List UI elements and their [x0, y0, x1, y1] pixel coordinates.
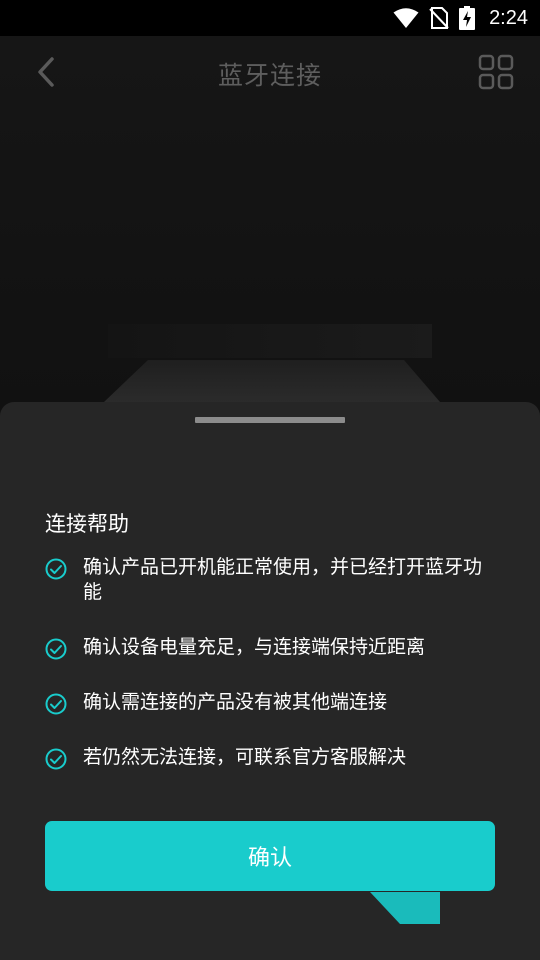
battery-charging-icon — [459, 6, 476, 30]
no-sim-icon — [429, 7, 449, 29]
help-bottom-sheet: 连接帮助 确认产品已开机能正常使用，并已经打开蓝牙功能 确认设备电量充足，与连接… — [0, 402, 540, 960]
tip-text: 确认产品已开机能正常使用，并已经打开蓝牙功能 — [83, 556, 483, 603]
drag-handle[interactable] — [195, 417, 345, 423]
check-circle-icon — [45, 638, 67, 660]
tip-text: 确认需连接的产品没有被其他端连接 — [83, 691, 388, 713]
check-circle-icon — [45, 693, 67, 715]
tip-text: 确认设备电量充足，与连接端保持近距离 — [83, 636, 426, 658]
tip-text: 若仍然无法连接，可联系官方客服解决 — [83, 746, 407, 768]
nav-bar: 蓝牙连接 — [0, 36, 540, 112]
check-circle-icon — [45, 748, 67, 770]
list-item: 若仍然无法连接，可联系官方客服解决 — [45, 745, 495, 770]
status-bar: 2:24 — [0, 0, 540, 36]
help-tips-list: 确认产品已开机能正常使用，并已经打开蓝牙功能 确认设备电量充足，与连接端保持近距… — [45, 555, 495, 800]
confirm-button[interactable]: 确认 — [45, 821, 495, 891]
list-item: 确认设备电量充足，与连接端保持近距离 — [45, 635, 495, 660]
page-title: 蓝牙连接 — [217, 61, 322, 90]
sheet-title: 连接帮助 — [45, 512, 129, 536]
grid-icon — [478, 54, 514, 90]
wifi-icon — [393, 8, 419, 28]
status-icons: 2:24 — [393, 0, 528, 36]
list-item: 确认需连接的产品没有被其他端连接 — [45, 690, 495, 715]
status-time: 2:24 — [489, 6, 528, 29]
list-item: 确认产品已开机能正常使用，并已经打开蓝牙功能 — [45, 555, 495, 605]
grid-menu-button[interactable] — [478, 54, 514, 90]
check-circle-icon — [45, 558, 67, 580]
